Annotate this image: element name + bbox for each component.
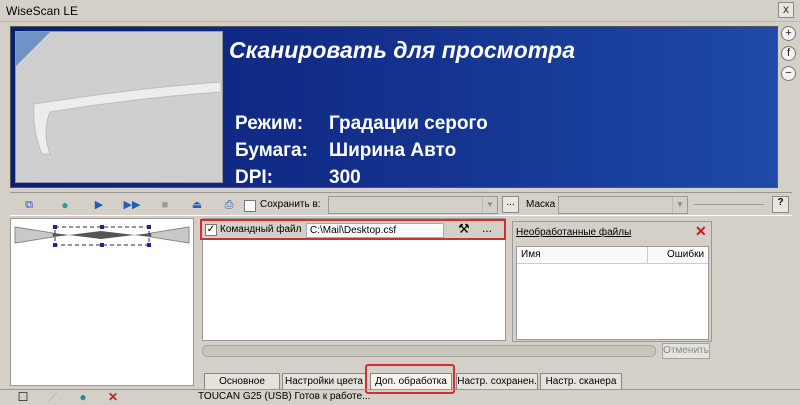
command-file-row: ✓ Командный файл C:\Mail\Desktop.csf ⚒ .… — [200, 219, 506, 240]
raw-files-title: Необработанные файлы — [516, 227, 632, 238]
status-text: TOUCAN G25 (USB) Готов к работе... — [198, 391, 371, 402]
banner-title: Сканировать для просмотра — [229, 37, 576, 63]
mode-label: Режим: — [235, 113, 304, 134]
table-header: Имя Ошибки — [517, 247, 708, 264]
fast-forward-icon[interactable]: ▶▶ — [120, 197, 144, 213]
scan-to-folder-icon[interactable]: ⎙ — [220, 197, 238, 213]
cancel-button[interactable]: Отменить — [662, 343, 710, 359]
zoom-out-button[interactable]: − — [781, 66, 796, 81]
preview-thumbnail — [15, 31, 223, 183]
paper-label: Бумага: — [235, 140, 308, 161]
eject-icon[interactable]: ⏏ — [188, 197, 206, 213]
dpi-label: DPI: — [235, 167, 273, 188]
close-button[interactable]: x — [778, 2, 794, 18]
toolbar-divider — [694, 204, 764, 205]
tab-save-settings[interactable]: Настр. сохранен. — [456, 373, 538, 390]
help-button[interactable]: ? — [772, 196, 789, 213]
zoom-in-button[interactable]: + — [781, 26, 796, 41]
paper-value: Ширина Авто — [329, 140, 457, 161]
save-to-combo[interactable]: ▼ — [328, 196, 498, 214]
dpi-value: 300 — [329, 167, 361, 188]
record-icon[interactable]: ● — [74, 391, 92, 405]
column-name[interactable]: Имя — [521, 249, 540, 260]
close-icon[interactable]: ✕ — [104, 391, 122, 405]
fit-button[interactable]: f — [781, 46, 796, 61]
chevron-down-icon: ▼ — [672, 197, 687, 213]
frame-selector-graphic[interactable] — [11, 221, 193, 251]
toolbar: ⧉ ● ▶ ▶▶ ■ ⏏ ⎙ Сохранить в: ▼ ... Маска … — [10, 192, 792, 216]
command-file-checkbox[interactable]: ✓ — [205, 224, 217, 236]
stop-icon[interactable]: ■ — [156, 197, 174, 213]
record-icon[interactable]: ● — [56, 197, 74, 213]
column-errors[interactable]: Ошибки — [667, 249, 704, 260]
window-title: WiseScan LE — [6, 4, 79, 18]
mask-label: Маска — [526, 199, 556, 210]
delete-icon[interactable]: ✕ — [695, 223, 707, 240]
mode-value: Градации серого — [329, 113, 488, 134]
title-bar: WiseScan LE x — [0, 0, 800, 22]
copy-icon[interactable]: ⧉ — [20, 197, 38, 213]
save-to-checkbox[interactable] — [244, 200, 256, 212]
column-divider — [647, 247, 648, 264]
tools-icon[interactable]: ⚒ — [458, 221, 470, 237]
preview-scan-image — [33, 81, 222, 155]
raw-files-table[interactable]: Имя Ошибки — [516, 246, 709, 340]
play-icon[interactable]: ▶ — [90, 197, 108, 213]
scan-info-banner: Сканировать для просмотра Режим: Градаци… — [10, 26, 778, 188]
tab-color-settings[interactable]: Настройки цвета — [282, 373, 366, 390]
save-to-label: Сохранить в: — [260, 199, 321, 210]
raw-files-header: Необработанные файлы ✕ — [513, 222, 711, 242]
frame-pane — [10, 218, 194, 386]
progress-bar — [202, 345, 656, 357]
command-file-browse-button[interactable]: ... — [482, 221, 492, 235]
raw-files-panel: Необработанные файлы ✕ Имя Ошибки — [512, 221, 712, 342]
chevron-down-icon: ▼ — [482, 197, 497, 213]
mask-combo[interactable]: ▼ — [558, 196, 688, 214]
command-file-label: Командный файл — [220, 224, 302, 235]
new-icon[interactable]: ☐ — [14, 391, 32, 405]
browse-button[interactable]: ... — [502, 196, 519, 213]
tab-basic[interactable]: Основное — [204, 373, 280, 390]
status-bar: ☐ ⟋ ● ✕ — [0, 389, 800, 405]
tab-scanner-settings[interactable]: Настр. сканера — [540, 373, 622, 390]
command-file-path[interactable]: C:\Mail\Desktop.csf — [306, 223, 444, 238]
eraser-icon[interactable]: ⟋ — [44, 391, 62, 405]
